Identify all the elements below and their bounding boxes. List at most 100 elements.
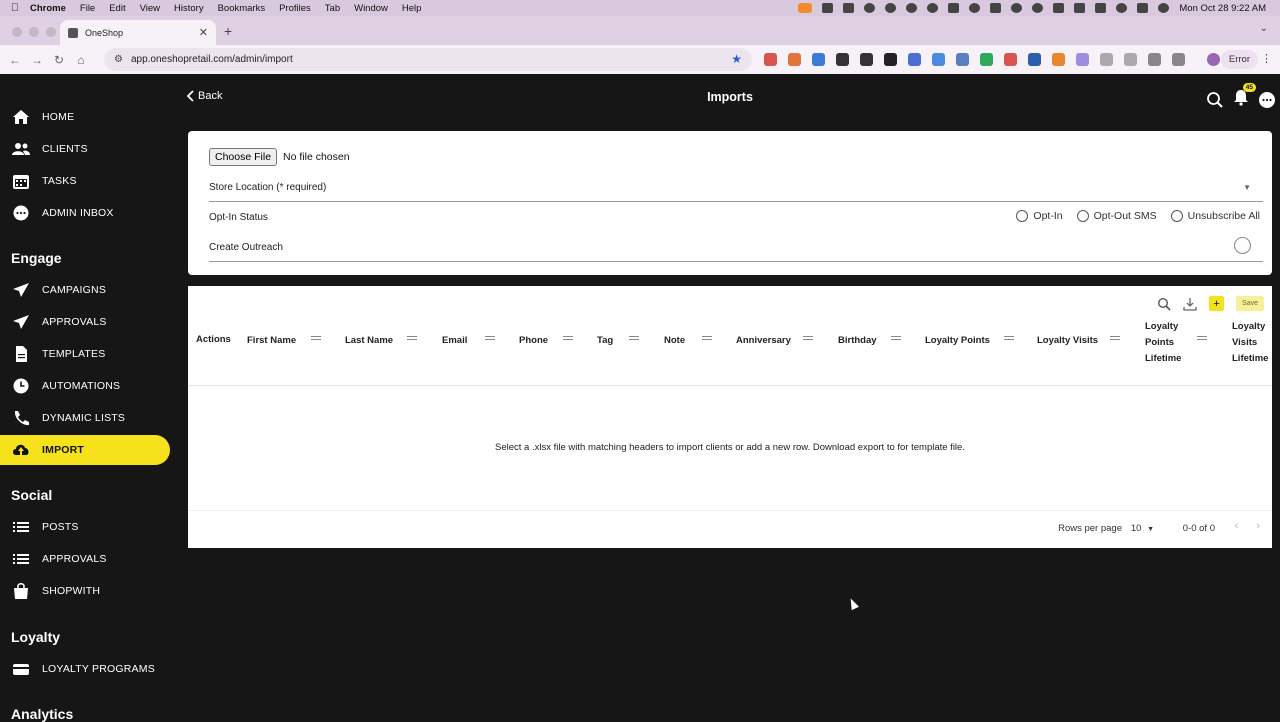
wifi-icon[interactable]	[1095, 3, 1107, 13]
download-icon[interactable]	[1183, 297, 1197, 311]
extension-icon[interactable]	[836, 53, 849, 66]
tray-circle-icon[interactable]	[906, 3, 918, 13]
extension-icon[interactable]	[860, 53, 873, 66]
close-window-button[interactable]	[12, 27, 22, 37]
microphone-icon[interactable]	[798, 3, 813, 13]
menu-view[interactable]: View	[140, 3, 160, 14]
sidebar-item-templates[interactable]: TEMPLATES	[0, 339, 170, 369]
url-text[interactable]: app.oneshopretail.com/admin/import	[131, 54, 293, 65]
radio-circle[interactable]	[1016, 210, 1029, 222]
column-header-phone[interactable]: Phone	[519, 333, 548, 349]
file-input[interactable]: Choose File No file chosen	[209, 148, 350, 166]
menu-history[interactable]: History	[174, 3, 204, 14]
tray-gear-icon[interactable]	[885, 3, 897, 13]
tray-app-icon[interactable]	[822, 3, 834, 13]
column-header-loyalty-points-lifetime[interactable]: Loyalty Points Lifetime	[1145, 319, 1181, 367]
column-header-loyalty-visits-lifetime[interactable]: Loyalty Visits Lifetime	[1232, 319, 1268, 367]
menu-bookmarks[interactable]: Bookmarks	[218, 3, 266, 14]
column-header-loyalty-points[interactable]: Loyalty Points	[925, 333, 990, 349]
sidebar-item-import[interactable]: IMPORT	[0, 435, 170, 465]
profile-error-button[interactable]: Error	[1220, 50, 1258, 69]
menu-help[interactable]: Help	[402, 3, 422, 14]
extension-icon[interactable]	[1076, 53, 1089, 66]
address-bar[interactable]: ⚙ app.oneshopretail.com/admin/import ★	[104, 48, 752, 71]
menu-edit[interactable]: Edit	[109, 3, 125, 14]
radio-opt-out-sms[interactable]: Opt-Out SMS	[1076, 210, 1157, 222]
extension-icon[interactable]	[932, 53, 945, 66]
extension-icon[interactable]	[956, 53, 969, 66]
extension-icon[interactable]	[1100, 53, 1113, 66]
column-resize-handle[interactable]	[702, 336, 712, 340]
column-resize-handle[interactable]	[1197, 336, 1207, 340]
zoom-window-button[interactable]	[46, 27, 56, 37]
tray-sync-icon[interactable]	[927, 3, 939, 13]
table-search-icon[interactable]	[1157, 297, 1171, 311]
column-resize-handle[interactable]	[891, 336, 901, 340]
choose-file-button[interactable]: Choose File	[209, 148, 278, 166]
column-resize-handle[interactable]	[1004, 336, 1014, 340]
back-button[interactable]: Back	[186, 90, 222, 102]
spotlight-search-icon[interactable]	[1116, 3, 1128, 13]
column-header-note[interactable]: Note	[664, 333, 685, 349]
radio-opt-in[interactable]: Opt-In	[1016, 210, 1063, 222]
extension-icon[interactable]	[1004, 53, 1017, 66]
sidebar-item-automations[interactable]: AUTOMATIONS	[0, 371, 170, 401]
apple-icon[interactable]: 	[0, 2, 30, 14]
extension-icon[interactable]	[884, 53, 897, 66]
menu-file[interactable]: File	[80, 3, 95, 14]
column-resize-handle[interactable]	[563, 336, 573, 340]
sidebar-item-home[interactable]: HOME	[0, 102, 170, 132]
profile-avatar-icon[interactable]	[1207, 53, 1220, 66]
sidebar-item-admin-inbox[interactable]: ADMIN INBOX	[0, 198, 170, 228]
previous-page-icon[interactable]: ‹	[1235, 520, 1239, 532]
new-tab-button[interactable]: +	[224, 23, 232, 39]
tab-search-chevron-icon[interactable]: ⌄	[1260, 23, 1268, 34]
extension-icon[interactable]	[908, 53, 921, 66]
minimize-window-button[interactable]	[29, 27, 39, 37]
sidebar-item-clients[interactable]: CLIENTS	[0, 134, 170, 164]
chrome-menu-icon[interactable]: ⋮	[1261, 52, 1272, 65]
column-resize-handle[interactable]	[311, 336, 321, 340]
bluetooth-icon[interactable]	[1053, 3, 1065, 13]
tray-play-icon[interactable]	[1032, 3, 1044, 13]
column-resize-handle[interactable]	[629, 336, 639, 340]
radio-unsubscribe-all[interactable]: Unsubscribe All	[1170, 210, 1260, 222]
sidebar-item-social-approvals[interactable]: APPROVALS	[0, 544, 170, 574]
store-location-select[interactable]: Store Location (* required) ▼	[209, 182, 1263, 202]
tray-butterfly-icon[interactable]	[948, 3, 960, 13]
radio-circle[interactable]	[1170, 210, 1183, 222]
column-header-loyalty-visits[interactable]: Loyalty Visits	[1037, 333, 1098, 349]
next-page-icon[interactable]: ›	[1256, 520, 1260, 532]
radio-circle[interactable]	[1076, 210, 1089, 222]
column-header-first-name[interactable]: First Name	[247, 333, 296, 349]
column-header-email[interactable]: Email	[442, 333, 467, 349]
tray-cloud-icon[interactable]	[864, 3, 876, 13]
menu-tab[interactable]: Tab	[325, 3, 340, 14]
column-header-anniversary[interactable]: Anniversary	[736, 333, 791, 349]
extension-icon[interactable]	[1052, 53, 1065, 66]
rows-per-page-select[interactable]: 10 ▼	[1131, 523, 1154, 534]
tray-grid-icon[interactable]	[990, 3, 1002, 13]
save-button[interactable]: Save	[1236, 296, 1264, 311]
tab-close-icon[interactable]: ✕	[199, 26, 208, 39]
browser-tab-oneshop[interactable]: OneShop ✕	[60, 20, 216, 45]
bookmark-star-icon[interactable]: ★	[731, 52, 742, 66]
dropdown-caret-icon[interactable]: ▼	[1147, 526, 1154, 533]
sidebar-item-posts[interactable]: POSTS	[0, 512, 170, 542]
control-center-icon[interactable]	[1137, 3, 1149, 13]
site-info-icon[interactable]: ⚙	[114, 54, 123, 65]
column-header-birthday[interactable]: Birthday	[838, 333, 877, 349]
forward-arrow-icon[interactable]: →	[26, 53, 48, 67]
menu-profiles[interactable]: Profiles	[279, 3, 311, 14]
menubar-clock[interactable]: Mon Oct 28 9:22 AM	[1179, 3, 1266, 14]
create-outreach-toggle[interactable]	[1234, 237, 1251, 254]
extension-icon[interactable]	[812, 53, 825, 66]
messages-icon[interactable]	[1258, 91, 1276, 109]
search-icon[interactable]	[1206, 91, 1224, 109]
sidebar-item-loyalty-programs[interactable]: LOYALTY PROGRAMS	[0, 654, 170, 684]
tray-notes-icon[interactable]	[843, 3, 855, 13]
sidebar-item-dynamic-lists[interactable]: DYNAMIC LISTS	[0, 403, 170, 433]
reload-icon[interactable]: ↻	[48, 53, 70, 67]
column-resize-handle[interactable]	[485, 336, 495, 340]
extension-icon[interactable]	[788, 53, 801, 66]
